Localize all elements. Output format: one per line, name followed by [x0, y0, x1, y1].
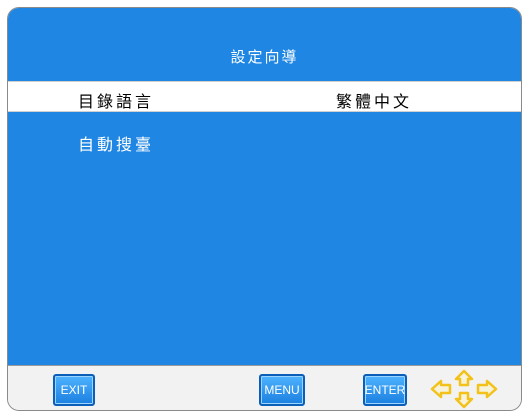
arrow-right-icon [476, 379, 498, 399]
menu-row-label: 自動搜臺 [78, 135, 155, 154]
menu-row-value: 繁體中文 [336, 92, 413, 111]
menu-row-menu-language[interactable]: 目錄語言 繁體中文 [8, 81, 521, 112]
exit-button[interactable]: EXIT [53, 374, 95, 406]
key-hint-bar: EXIT MENU ENTER [8, 365, 521, 410]
arrow-down-icon [454, 391, 474, 409]
menu-button[interactable]: MENU [259, 374, 305, 406]
menu-row-auto-scan[interactable]: 自動搜臺 [8, 125, 521, 156]
arrow-left-icon [430, 379, 452, 399]
osd-title: 設定向導 [230, 48, 299, 66]
enter-button[interactable]: ENTER [363, 374, 407, 406]
tv-screen: 設定向導 目錄語言 繁體中文 自動搜臺 EXIT MENU ENTER [7, 7, 522, 411]
dpad-arrows-icon [430, 369, 498, 409]
osd-menu-panel: 設定向導 目錄語言 繁體中文 自動搜臺 [8, 8, 521, 365]
menu-row-label: 目錄語言 [78, 92, 155, 111]
arrow-up-icon [454, 369, 474, 387]
